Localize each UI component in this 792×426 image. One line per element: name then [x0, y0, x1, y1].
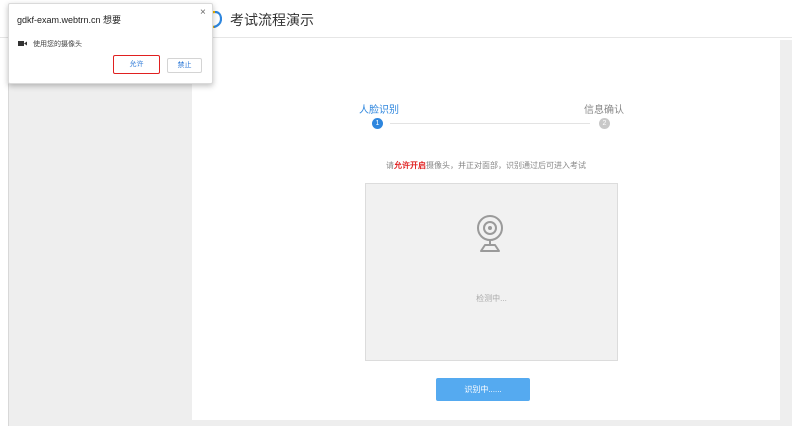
main-content: 人脸识别 信息确认 1 2 请允许开启摄像头，并正对面部，识别通过后可进入考试 … [192, 40, 780, 420]
allow-button[interactable]: 允许 [113, 55, 160, 74]
step-connector-line [390, 123, 590, 124]
page-title: 考试流程演示 [230, 12, 314, 28]
camera-permission-popup: gdkf-exam.webtrn.cn 想要 × 使用您的摄像头 允许 禁止 [8, 3, 213, 84]
close-icon[interactable]: × [200, 8, 206, 18]
recognize-button[interactable]: 识别中...... [436, 378, 530, 401]
step-face-recognition-label: 人脸识别 [359, 105, 399, 116]
step-1-indicator: 1 [372, 118, 383, 129]
instruction-highlight: 允许开启 [394, 161, 426, 170]
permission-request-text: 使用您的摄像头 [33, 41, 82, 48]
instruction-suffix: 摄像头，并正对面部，识别通过后可进入考试 [426, 161, 586, 170]
camera-preview-box: 检测中... [365, 183, 618, 361]
webcam-icon [477, 215, 503, 252]
video-camera-icon [18, 41, 27, 46]
instruction-text: 请允许开启摄像头，并正对面部，识别通过后可进入考试 [192, 160, 780, 171]
deny-button[interactable]: 禁止 [167, 58, 202, 73]
instruction-prefix: 请 [386, 161, 394, 170]
permission-site-title: gdkf-exam.webtrn.cn 想要 [17, 15, 122, 25]
right-gray-panel [780, 40, 792, 426]
bottom-gray-gutter [192, 420, 780, 426]
step-info-confirm-label: 信息确认 [584, 105, 624, 116]
detecting-status: 检测中... [476, 294, 507, 303]
step-2-indicator: 2 [599, 118, 610, 129]
left-gray-panel [8, 40, 192, 426]
